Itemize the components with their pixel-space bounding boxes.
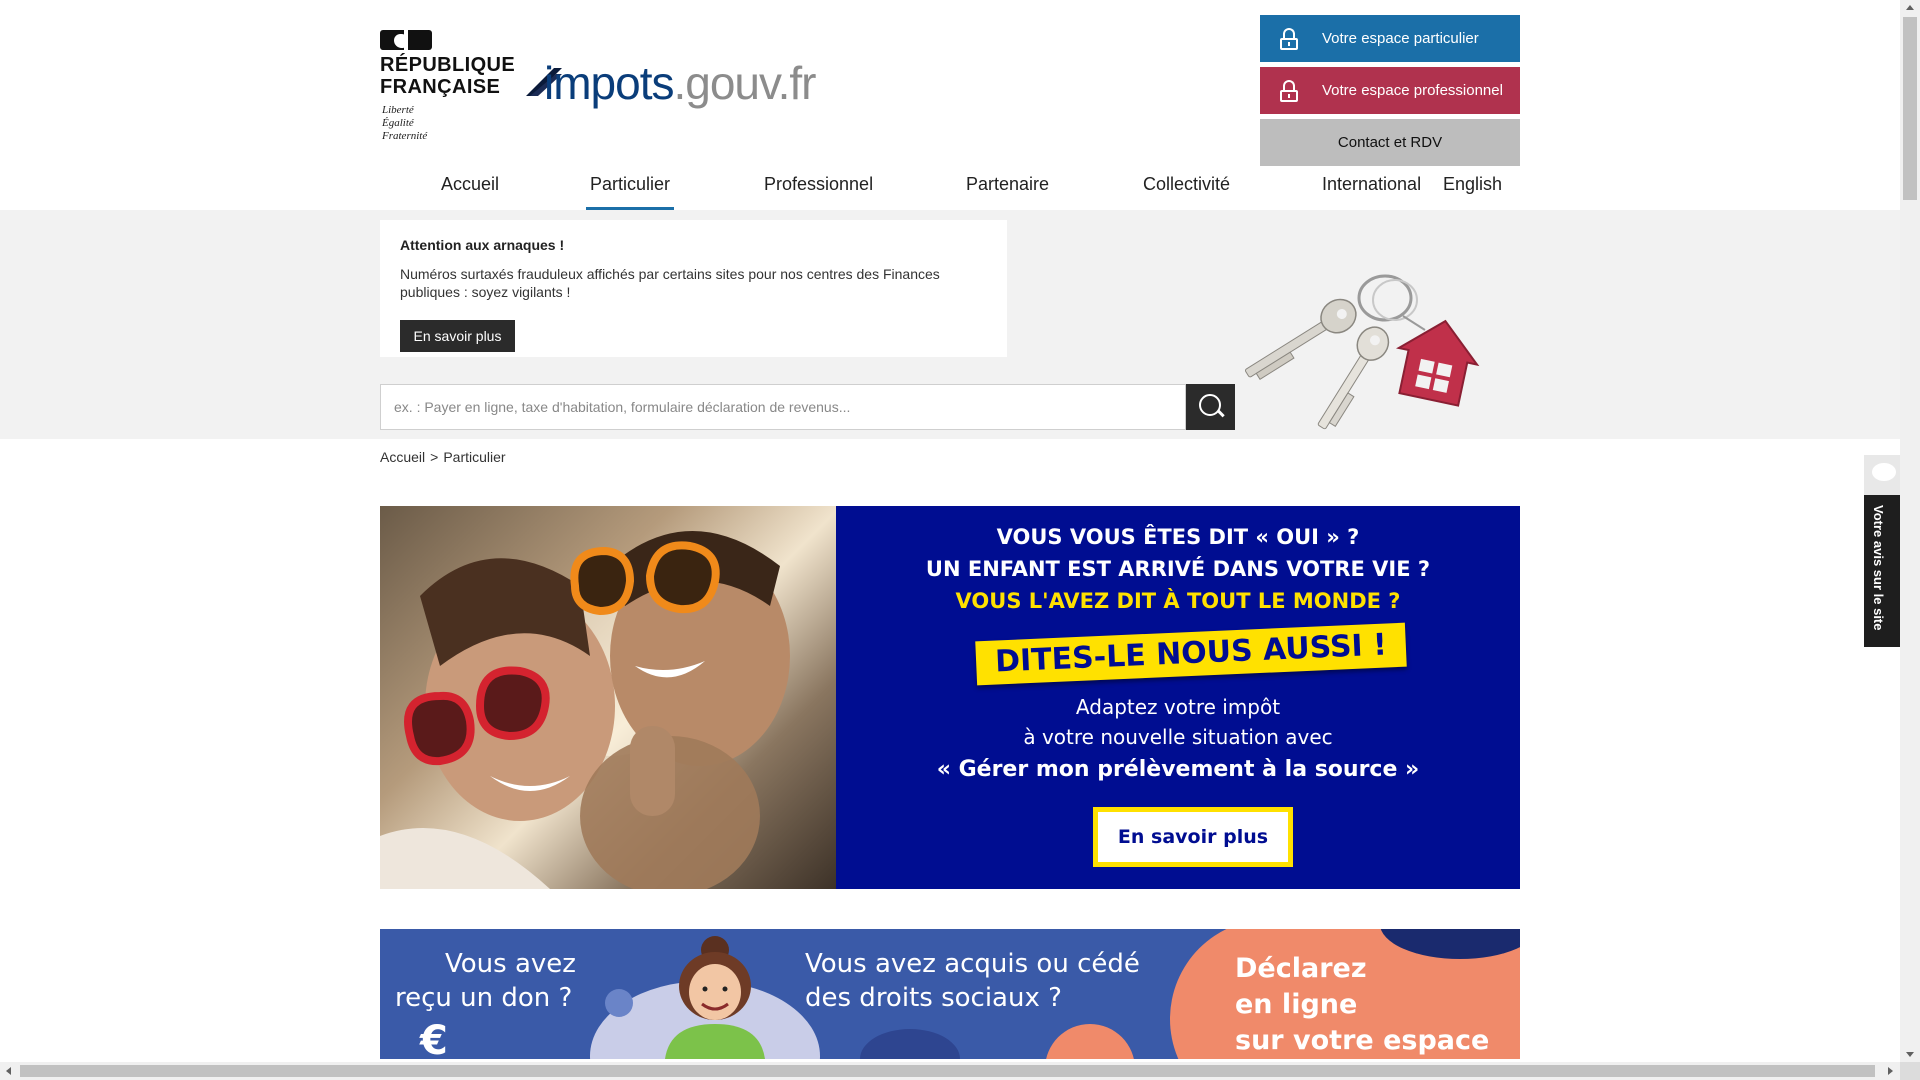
- scroll-down-icon[interactable]: [1906, 1052, 1914, 1057]
- alert-more-button[interactable]: En savoir plus: [400, 320, 515, 352]
- decor-bubble: [1045, 1024, 1135, 1059]
- nav-item-particulier[interactable]: Particulier: [585, 174, 675, 211]
- banner-line-1: VOUS VOUS ÊTES DIT « OUI » ?: [996, 525, 1360, 549]
- promo-banner-text: VOUS VOUS ÊTES DIT « OUI » ? UN ENFANT E…: [836, 506, 1520, 889]
- republic-motto: Liberté Égalité Fraternité: [382, 104, 428, 142]
- banner-line-4: Adaptez votre impôt: [1075, 695, 1281, 719]
- euro-icon: €: [420, 1018, 448, 1059]
- nav-item-partenaire[interactable]: Partenaire: [966, 174, 1049, 195]
- nav-item-collectivite[interactable]: Collectivité: [1143, 174, 1230, 195]
- espace-professionnel-label: Votre espace professionnel: [1322, 82, 1503, 99]
- banner2-text-declarez-line3: sur votre espace: [1235, 1025, 1490, 1056]
- banner-more-button[interactable]: En savoir plus: [1093, 807, 1293, 867]
- house-keys-illustration: [1244, 274, 1480, 430]
- marianne-icon: [380, 30, 432, 50]
- banner2-text-droits: Vous avez acquis ou cédé des droits soci…: [805, 947, 1140, 1015]
- banner2-text-declarez-line2: en ligne: [1235, 989, 1358, 1020]
- search-input[interactable]: [380, 384, 1186, 430]
- scroll-right-icon[interactable]: [1888, 1067, 1893, 1075]
- scam-alert-box: Attention aux arnaques ! Numéros surtaxé…: [380, 220, 1007, 357]
- feedback-tab[interactable]: Votre avis sur le site: [1864, 455, 1900, 647]
- hero-section: Attention aux arnaques ! Numéros surtaxé…: [0, 210, 1900, 439]
- banner-line-3: VOUS L'AVEZ DIT À TOUT LE MONDE ?: [955, 589, 1401, 613]
- banner-line-6: « Gérer mon prélèvement à la source »: [936, 757, 1420, 782]
- banner-line-2: UN ENFANT EST ARRIVÉ DANS VOTRE VIE ?: [925, 557, 1431, 581]
- banner2-text-droits-line2: des droits sociaux ?: [805, 983, 1062, 1013]
- banner2-text-declarez-line1: Déclarez: [1235, 953, 1367, 984]
- breadcrumb-home[interactable]: Accueil: [380, 449, 425, 465]
- banner2-text-declarez: Déclarez en ligne sur votre espace: [1235, 951, 1489, 1059]
- espace-particulier-button[interactable]: Votre espace particulier: [1260, 15, 1520, 62]
- nav-item-english[interactable]: English: [1443, 174, 1502, 195]
- alert-text: Numéros surtaxés frauduleux affichés par…: [400, 266, 940, 300]
- secondary-banner[interactable]: Vous avez reçu un don ? € Vous avez acqu…: [380, 929, 1520, 1059]
- feedback-label-box: Votre avis sur le site: [1864, 495, 1900, 647]
- search-bar: [380, 384, 1235, 430]
- promo-banner[interactable]: VOUS VOUS ÊTES DIT « OUI » ? UN ENFANT E…: [380, 506, 1520, 889]
- couple-photo: [380, 506, 836, 889]
- logo-wordmark: impots.gouv.fr: [544, 57, 816, 109]
- couple-photo-illustration: [380, 531, 790, 889]
- vertical-scroll-thumb[interactable]: [1903, 17, 1917, 200]
- scroll-up-icon[interactable]: [1906, 5, 1914, 10]
- banner2-text-don-line2: reçu un don ?: [395, 983, 573, 1013]
- banner2-text-droits-line1: Vous avez acquis ou cédé: [805, 949, 1140, 979]
- contact-rdv-button[interactable]: Contact et RDV: [1260, 119, 1520, 166]
- scrollbar-corner: [1900, 1062, 1920, 1080]
- breadcrumb-separator: >: [430, 449, 439, 465]
- impots-gouv-logo[interactable]: impots.gouv.fr: [526, 58, 826, 108]
- horizontal-scroll-thumb[interactable]: [20, 1065, 1875, 1077]
- scroll-left-icon[interactable]: [6, 1067, 11, 1075]
- espace-professionnel-button[interactable]: Votre espace professionnel: [1260, 67, 1520, 114]
- main-nav: Accueil Particulier Professionnel Parten…: [0, 168, 1900, 211]
- lock-icon: [1278, 27, 1300, 50]
- banner2-text-don-line1: Vous avez: [445, 949, 576, 979]
- feedback-label: Votre avis sur le site: [1871, 505, 1886, 631]
- banner2-text-don: Vous avez reçu un don ?: [395, 947, 576, 1015]
- decor-bubble: [860, 1029, 960, 1059]
- lock-icon: [1278, 79, 1300, 102]
- banner-ribbon: DITES-LE NOUS AUSSI !: [975, 622, 1407, 686]
- contact-rdv-label: Contact et RDV: [1337, 134, 1443, 151]
- banner-line-5: à votre nouvelle situation avec: [1023, 725, 1333, 749]
- horizontal-scrollbar[interactable]: [0, 1062, 1900, 1080]
- espace-particulier-label: Votre espace particulier: [1322, 30, 1479, 47]
- breadcrumb: Accueil > Particulier: [380, 449, 511, 465]
- speech-bubble-icon: [1864, 455, 1900, 495]
- nav-item-professionnel[interactable]: Professionnel: [764, 174, 873, 195]
- vertical-scrollbar[interactable]: [1900, 0, 1920, 1062]
- nav-item-international[interactable]: International: [1322, 174, 1421, 195]
- woman-illustration: [665, 936, 765, 1059]
- republique-francaise-text: RÉPUBLIQUE FRANÇAISE: [380, 54, 516, 98]
- breadcrumb-current: Particulier: [443, 449, 506, 465]
- decor-dot: [605, 989, 633, 1017]
- alert-title: Attention aux arnaques !: [400, 237, 565, 253]
- nav-item-accueil[interactable]: Accueil: [441, 174, 499, 195]
